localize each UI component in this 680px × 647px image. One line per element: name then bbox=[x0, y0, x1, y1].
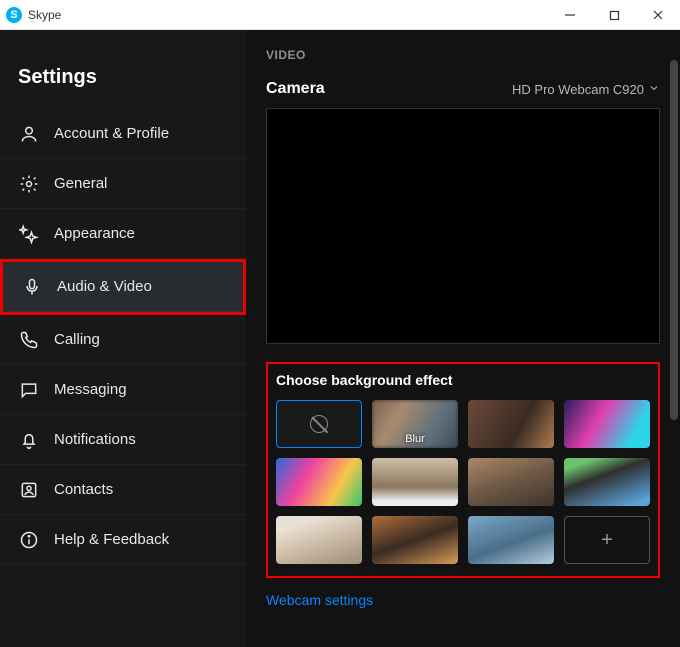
bg-effect-preset-7[interactable] bbox=[276, 516, 362, 564]
scrollbar[interactable] bbox=[670, 60, 678, 420]
camera-dropdown[interactable]: HD Pro Webcam C920 bbox=[512, 82, 660, 97]
bg-effect-preset-6[interactable] bbox=[564, 458, 650, 506]
close-button[interactable] bbox=[636, 0, 680, 30]
sidebar-item-label: General bbox=[54, 175, 107, 192]
section-label-video: VIDEO bbox=[266, 48, 660, 62]
skype-logo-icon: S bbox=[6, 7, 22, 23]
sidebar-item-label: Messaging bbox=[54, 381, 127, 398]
none-icon bbox=[310, 415, 328, 433]
gear-icon bbox=[18, 173, 40, 195]
sidebar-item-messaging[interactable]: Messaging bbox=[0, 365, 246, 415]
bg-effect-preset-3[interactable] bbox=[276, 458, 362, 506]
sidebar-item-contacts[interactable]: Contacts bbox=[0, 465, 246, 515]
sidebar-item-label: Calling bbox=[54, 331, 100, 348]
background-effect-title: Choose background effect bbox=[276, 372, 650, 388]
bg-effect-preset-8[interactable] bbox=[372, 516, 458, 564]
phone-icon bbox=[18, 329, 40, 351]
sidebar-item-label: Contacts bbox=[54, 481, 113, 498]
sidebar-item-notifications[interactable]: Notifications bbox=[0, 415, 246, 465]
info-icon bbox=[18, 529, 40, 551]
settings-sidebar: Settings Account & Profile General Appea… bbox=[0, 30, 246, 647]
sparkle-icon bbox=[18, 223, 40, 245]
camera-selected-value: HD Pro Webcam C920 bbox=[512, 82, 644, 97]
sidebar-item-label: Help & Feedback bbox=[54, 531, 169, 548]
contacts-icon bbox=[18, 479, 40, 501]
sidebar-item-label: Appearance bbox=[54, 225, 135, 242]
microphone-icon bbox=[21, 276, 43, 298]
bg-effect-none[interactable] bbox=[276, 400, 362, 448]
chat-icon bbox=[18, 379, 40, 401]
person-icon bbox=[18, 123, 40, 145]
minimize-button[interactable] bbox=[548, 0, 592, 30]
sidebar-item-label: Account & Profile bbox=[54, 125, 169, 142]
page-title: Settings bbox=[0, 66, 246, 109]
webcam-settings-link[interactable]: Webcam settings bbox=[266, 592, 373, 608]
background-effect-section: Choose background effect Blur + bbox=[266, 362, 660, 578]
camera-label: Camera bbox=[266, 80, 325, 98]
bg-effect-preset-5[interactable] bbox=[468, 458, 554, 506]
bg-effect-add[interactable]: + bbox=[564, 516, 650, 564]
sidebar-item-audio-video[interactable]: Audio & Video bbox=[3, 262, 243, 312]
bell-icon bbox=[18, 429, 40, 451]
maximize-button[interactable] bbox=[592, 0, 636, 30]
bg-effect-preset-4[interactable] bbox=[372, 458, 458, 506]
sidebar-item-calling[interactable]: Calling bbox=[0, 315, 246, 365]
bg-effect-blur[interactable]: Blur bbox=[372, 400, 458, 448]
titlebar: S Skype bbox=[0, 0, 680, 30]
camera-preview bbox=[266, 108, 660, 344]
sidebar-item-general[interactable]: General bbox=[0, 159, 246, 209]
bg-effect-preset-2[interactable] bbox=[564, 400, 650, 448]
chevron-down-icon bbox=[648, 82, 660, 97]
sidebar-item-label: Audio & Video bbox=[57, 278, 152, 295]
sidebar-item-help[interactable]: Help & Feedback bbox=[0, 515, 246, 565]
sidebar-item-appearance[interactable]: Appearance bbox=[0, 209, 246, 259]
bg-effect-preset-1[interactable] bbox=[468, 400, 554, 448]
blur-label: Blur bbox=[405, 433, 425, 445]
settings-content: VIDEO Camera HD Pro Webcam C920 Choose b… bbox=[246, 30, 680, 647]
plus-icon: + bbox=[601, 529, 613, 552]
sidebar-item-label: Notifications bbox=[54, 431, 136, 448]
bg-effect-preset-9[interactable] bbox=[468, 516, 554, 564]
window-title: Skype bbox=[28, 8, 61, 22]
sidebar-item-account[interactable]: Account & Profile bbox=[0, 109, 246, 159]
